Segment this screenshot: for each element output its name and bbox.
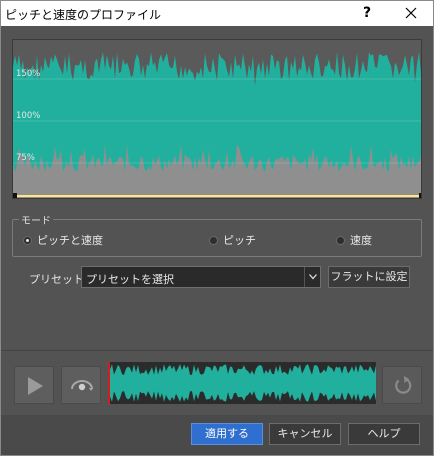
divider [1,350,433,351]
dropdown-arrow[interactable] [304,267,320,287]
preview-waveform[interactable] [108,362,376,404]
title-help-button[interactable]: ? [353,1,381,26]
label-75-percent: 75% [16,153,35,163]
mode-legend: モード [19,212,53,227]
radio-label: 速度 [350,234,372,247]
reset-icon [395,376,412,394]
preset-selected-value: プリセットを選択 [86,273,174,286]
playhead-cursor[interactable] [108,362,110,404]
radio-label: ピッチと速度 [37,234,103,247]
title-bar: ピッチと速度のプロファイル ? [1,1,433,26]
window-title: ピッチと速度のプロファイル [5,8,162,22]
apply-button[interactable]: 適用する [191,423,263,445]
label-150-percent: 150% [16,69,41,79]
radio-pitch-and-speed[interactable]: ピッチと速度 [23,233,103,247]
radio-label: ピッチ [223,234,256,247]
reset-button[interactable] [382,366,422,404]
radio-dot [23,235,32,245]
close-button[interactable] [397,1,425,26]
pitch-speed-dialog: ピッチと速度のプロファイル ? 150% 100% 75% モード ピッチと速度… [0,0,434,456]
play-icon [28,377,43,395]
set-flat-button[interactable]: フラットに設定 [328,266,410,288]
preset-dropdown[interactable]: プリセットを選択 [81,266,321,288]
graph-canvas [13,52,421,198]
pitch-speed-graph[interactable]: 150% 100% 75% [12,39,422,199]
radio-speed[interactable]: 速度 [336,233,372,247]
dialog-body: 150% 100% 75% モード ピッチと速度 ピッチ 速度 プリセット: プ… [1,26,433,455]
mode-group: モード ピッチと速度 ピッチ 速度 [12,212,422,257]
preview-waveform-canvas [108,364,376,402]
preset-label: プリセット: [29,273,88,286]
label-100-percent: 100% [16,111,41,121]
loop-play-icon [71,380,93,391]
radio-dot [336,235,345,245]
radio-dot [209,235,218,245]
close-icon [405,7,417,19]
cancel-button[interactable]: キャンセル [269,423,341,445]
loop-play-button[interactable] [61,366,101,404]
play-button[interactable] [14,366,54,404]
radio-pitch[interactable]: ピッチ [209,233,256,247]
chevron-down-icon [309,274,317,280]
help-button[interactable]: ヘルプ [348,423,420,445]
